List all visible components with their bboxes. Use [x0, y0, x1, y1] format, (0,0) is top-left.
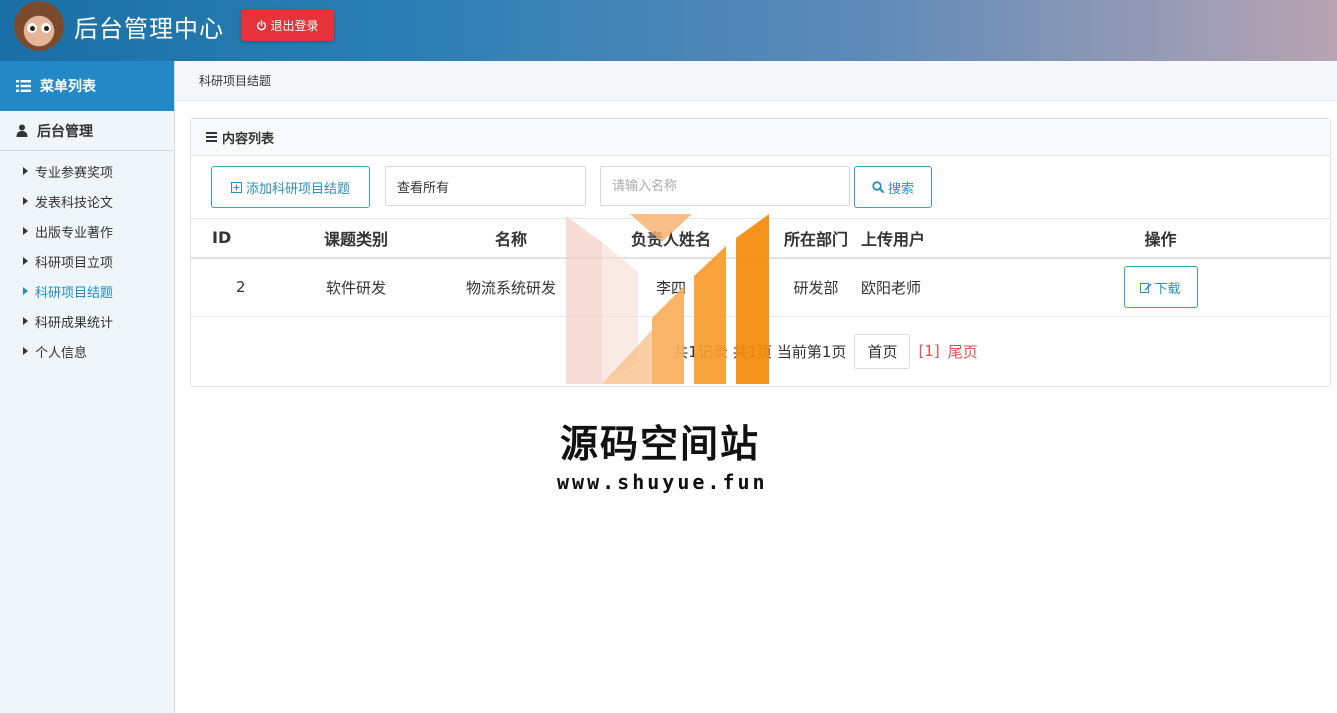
- add-project-label: 添加科研项目结题: [245, 181, 350, 197]
- search-button[interactable]: 搜索: [854, 166, 932, 208]
- cell-name: 物流系统研发: [465, 278, 556, 297]
- menu-header: 菜单列表: [0, 61, 174, 111]
- current-page: [1]: [918, 342, 940, 360]
- menu-lines-icon: [206, 132, 217, 142]
- filter-select-value: 查看所有: [397, 180, 450, 196]
- cell-user: 欧阳老师: [861, 278, 922, 297]
- add-project-button[interactable]: 添加科研项目结题: [211, 166, 370, 208]
- breadcrumb: 科研项目结题: [175, 61, 1337, 101]
- caret-right-icon: [23, 317, 28, 325]
- panel-title: 内容列表: [222, 131, 275, 147]
- menu-list: 专业参赛奖项 发表科技论文 出版专业著作 科研项目立项 科研项目结题 科研成果统…: [0, 151, 174, 366]
- cell-category: 软件研发: [325, 278, 386, 297]
- logout-button[interactable]: 退出登录: [241, 9, 334, 41]
- download-button[interactable]: 下载: [1123, 266, 1198, 309]
- sidebar-item-profile[interactable]: 个人信息: [0, 336, 174, 366]
- filter-select[interactable]: 查看所有: [385, 166, 586, 206]
- app-title: 后台管理中心: [74, 15, 224, 43]
- column-header-action: 操作: [1144, 229, 1177, 249]
- sidebar-item-books[interactable]: 出版专业著作: [0, 216, 174, 246]
- cell-action: 下载: [991, 258, 1330, 317]
- cell-dept: 研发部: [793, 278, 839, 297]
- sidebar-item-label: 科研项目结题: [35, 285, 114, 301]
- caret-right-icon: [23, 257, 28, 265]
- list-icon: [16, 80, 31, 92]
- caret-right-icon: [23, 287, 28, 295]
- sidebar-item-statistics[interactable]: 科研成果统计: [0, 306, 174, 336]
- sidebar-item-awards[interactable]: 专业参赛奖项: [0, 156, 174, 186]
- edit-icon: [1140, 282, 1152, 293]
- toolbar: 添加科研项目结题 查看所有 搜索: [191, 156, 1330, 218]
- breadcrumb-current: 科研项目结题: [199, 74, 272, 88]
- search-icon: [872, 181, 884, 193]
- download-label: 下载: [1154, 281, 1181, 297]
- menu-group-label: 后台管理: [37, 123, 93, 140]
- logout-label: 退出登录: [270, 18, 319, 33]
- search-button-label: 搜索: [887, 181, 914, 197]
- sidebar-item-label: 专业参赛奖项: [35, 165, 114, 181]
- watermark-url: www.shuyue.fun: [557, 470, 768, 494]
- top-header: 后台管理中心 退出登录: [0, 0, 1337, 61]
- avatar: [14, 1, 64, 51]
- column-header-user: 上传用户: [861, 229, 926, 249]
- search-input[interactable]: [600, 166, 850, 206]
- sidebar-item-project-approval[interactable]: 科研项目立项: [0, 246, 174, 276]
- sidebar-item-label: 科研项目立项: [35, 255, 114, 271]
- sidebar-item-label: 个人信息: [35, 345, 88, 361]
- avatar-left-eye: [27, 23, 37, 33]
- watermark-logo: [566, 214, 769, 384]
- caret-right-icon: [23, 197, 28, 205]
- last-page-link[interactable]: 尾页: [948, 341, 978, 362]
- menu-group-admin[interactable]: 后台管理: [0, 111, 174, 151]
- menu-title: 菜单列表: [40, 79, 96, 95]
- sidebar-item-project-completion[interactable]: 科研项目结题: [0, 276, 174, 306]
- first-page-button[interactable]: 首页: [854, 333, 911, 369]
- sidebar-item-label: 发表科技论文: [35, 195, 114, 211]
- caret-right-icon: [23, 347, 28, 355]
- caret-right-icon: [23, 227, 28, 235]
- sidebar-item-label: 出版专业著作: [35, 225, 114, 241]
- caret-right-icon: [23, 167, 28, 175]
- panel-header: 内容列表: [191, 119, 1330, 156]
- sidebar: 菜单列表 后台管理 专业参赛奖项 发表科技论文 出版专业著作 科研项目立项 科研…: [0, 61, 175, 713]
- sidebar-item-label: 科研成果统计: [35, 315, 114, 331]
- column-header-id: ID: [212, 228, 232, 248]
- user-icon: [16, 124, 28, 137]
- power-icon: [257, 19, 267, 30]
- sidebar-item-papers[interactable]: 发表科技论文: [0, 186, 174, 216]
- column-header-dept: 所在部门: [783, 229, 848, 249]
- plus-square-icon: [230, 181, 242, 193]
- avatar-right-eye: [41, 23, 51, 33]
- watermark-name: 源码空间站: [560, 422, 761, 466]
- column-header-category: 课题类别: [323, 229, 388, 249]
- cell-id: 2: [236, 278, 246, 297]
- column-header-name: 名称: [494, 229, 527, 249]
